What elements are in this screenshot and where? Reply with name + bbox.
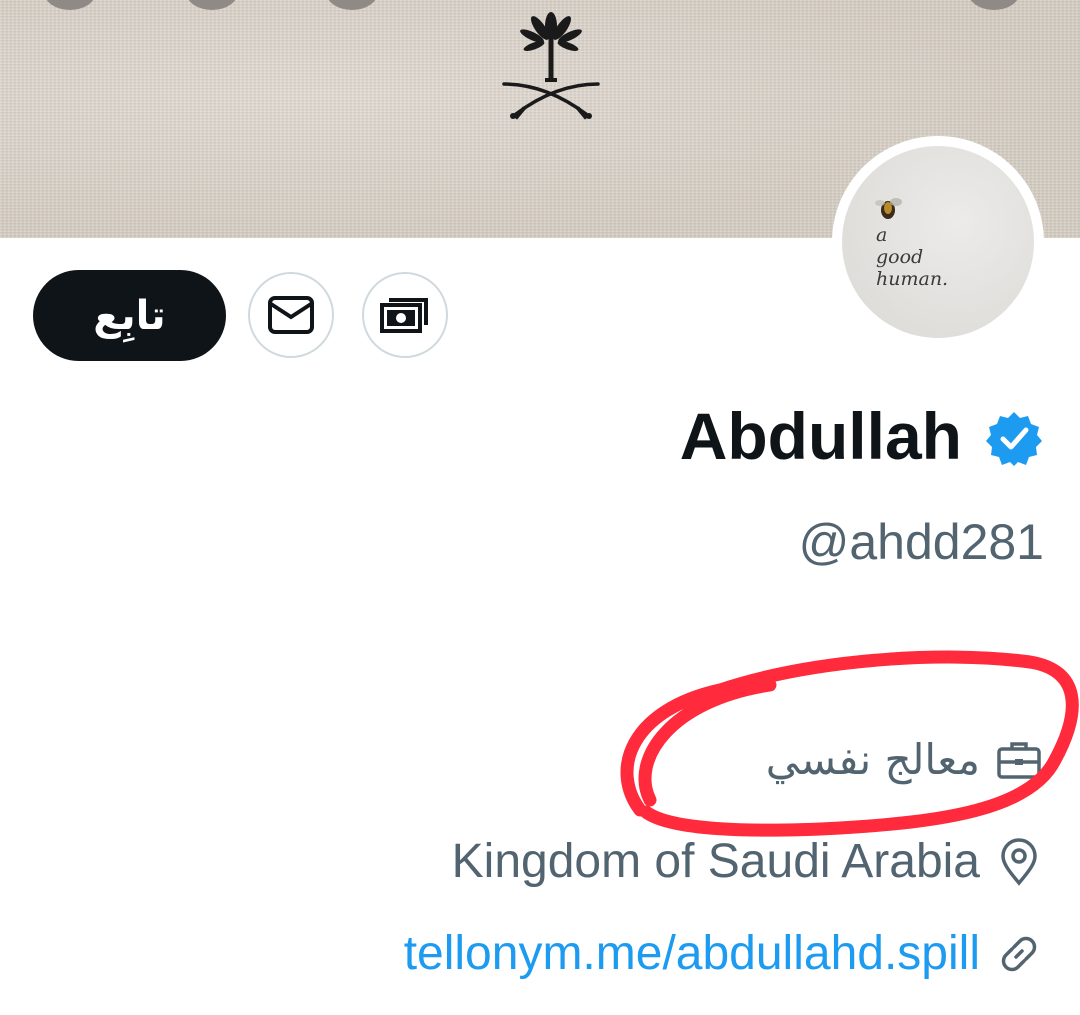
message-button[interactable] xyxy=(248,272,334,358)
bee-icon xyxy=(875,198,902,219)
briefcase-icon xyxy=(997,742,1041,779)
website-link[interactable]: tellonym.me/abdullahd.spill xyxy=(404,924,980,984)
tip-button[interactable] xyxy=(362,272,448,358)
banner-control-right xyxy=(968,0,1020,10)
link-icon xyxy=(1001,936,1037,972)
display-name: Abdullah xyxy=(679,399,962,473)
website-row: tellonym.me/abdullahd.spill xyxy=(404,924,1044,984)
avatar-image: a good human. xyxy=(842,146,1034,338)
profession-text: معالج نفسي xyxy=(765,735,980,784)
avatar-caption: a good human. xyxy=(876,224,949,290)
location-pin-icon xyxy=(1001,838,1037,886)
avatar[interactable]: a good human. xyxy=(832,136,1044,348)
location-row: Kingdom of Saudi Arabia xyxy=(452,832,1044,892)
verified-badge-icon xyxy=(986,412,1042,466)
money-icon xyxy=(380,298,428,333)
mail-icon xyxy=(268,296,314,334)
palm-swords-emblem-icon xyxy=(502,12,600,120)
banner-control-left xyxy=(44,0,96,10)
profession-row: معالج نفسي xyxy=(766,730,1044,790)
location-text: Kingdom of Saudi Arabia xyxy=(451,835,980,888)
profile-page: a good human. تابِع Abdullah @ahdd281 مع… xyxy=(0,0,1080,1015)
banner-control-middle-left xyxy=(186,0,238,10)
handle: @ahdd281 xyxy=(798,514,1044,570)
follow-button[interactable]: تابِع xyxy=(33,270,226,361)
banner-control-middle xyxy=(326,0,378,10)
